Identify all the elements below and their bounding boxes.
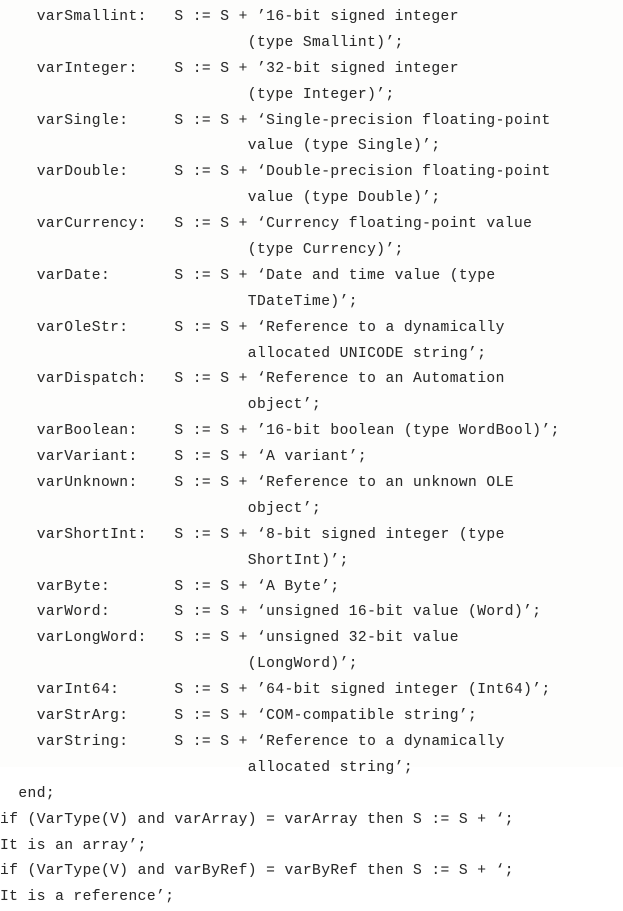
code-listing-page: varSmallint: S := S + ’16-bit signed int… — [0, 0, 623, 905]
code-lines-container: varSmallint: S := S + ’16-bit signed int… — [0, 5, 623, 911]
code-line: if (VarType(V) and varByRef) = varByRef … — [0, 863, 514, 880]
code-line: ShortInt)’; — [0, 552, 349, 569]
code-line: allocated string’; — [0, 759, 413, 776]
code-line: value (type Double)’; — [0, 190, 441, 207]
code-line: (type Integer)’; — [0, 86, 395, 103]
code-line: varWord: S := S + ‘unsigned 16-bit value… — [0, 604, 542, 621]
code-line: varOleStr: S := S + ‘Reference to a dyna… — [0, 319, 505, 336]
code-line: varDate: S := S + ‘Date and time value (… — [0, 267, 496, 284]
code-line: object’; — [0, 397, 322, 414]
code-line: varInteger: S := S + ’32-bit signed inte… — [0, 60, 459, 77]
code-line: value (type Single)’; — [0, 138, 441, 155]
code-line: It is an array’; — [0, 837, 147, 854]
code-line: varByte: S := S + ‘A Byte’; — [0, 578, 340, 595]
code-line: varBoolean: S := S + ’16-bit boolean (ty… — [0, 423, 560, 440]
code-line: (type Smallint)’; — [0, 34, 404, 51]
code-line: varVariant: S := S + ‘A variant’; — [0, 449, 368, 466]
code-line: varInt64: S := S + ’64-bit signed intege… — [0, 682, 551, 699]
code-line: TDateTime)’; — [0, 293, 358, 310]
code-line: end; — [0, 785, 56, 802]
code-line: allocated UNICODE string’; — [0, 345, 487, 362]
code-line: varSingle: S := S + ‘Single-precision fl… — [0, 112, 551, 129]
code-line: varStrArg: S := S + ‘COM-compatible stri… — [0, 708, 478, 725]
code-line: varUnknown: S := S + ‘Reference to an un… — [0, 475, 514, 492]
code-line: varCurrency: S := S + ‘Currency floating… — [0, 216, 533, 233]
code-line: varDouble: S := S + ‘Double-precision fl… — [0, 164, 551, 181]
code-line: varString: S := S + ‘Reference to a dyna… — [0, 733, 505, 750]
code-line: varSmallint: S := S + ’16-bit signed int… — [0, 9, 459, 25]
code-line: It is a reference’; — [0, 889, 175, 906]
code-block: varSmallint: S := S + ’16-bit signed int… — [0, 0, 623, 911]
code-line: object’; — [0, 500, 322, 517]
code-line: varDispatch: S := S + ‘Reference to an A… — [0, 371, 505, 388]
code-line: varShortInt: S := S + ‘8-bit signed inte… — [0, 526, 505, 543]
code-line: varLongWord: S := S + ‘unsigned 32-bit v… — [0, 630, 459, 647]
code-line: (type Currency)’; — [0, 242, 404, 259]
code-line: if (VarType(V) and varArray) = varArray … — [0, 811, 514, 828]
code-line: (LongWord)’; — [0, 656, 358, 673]
